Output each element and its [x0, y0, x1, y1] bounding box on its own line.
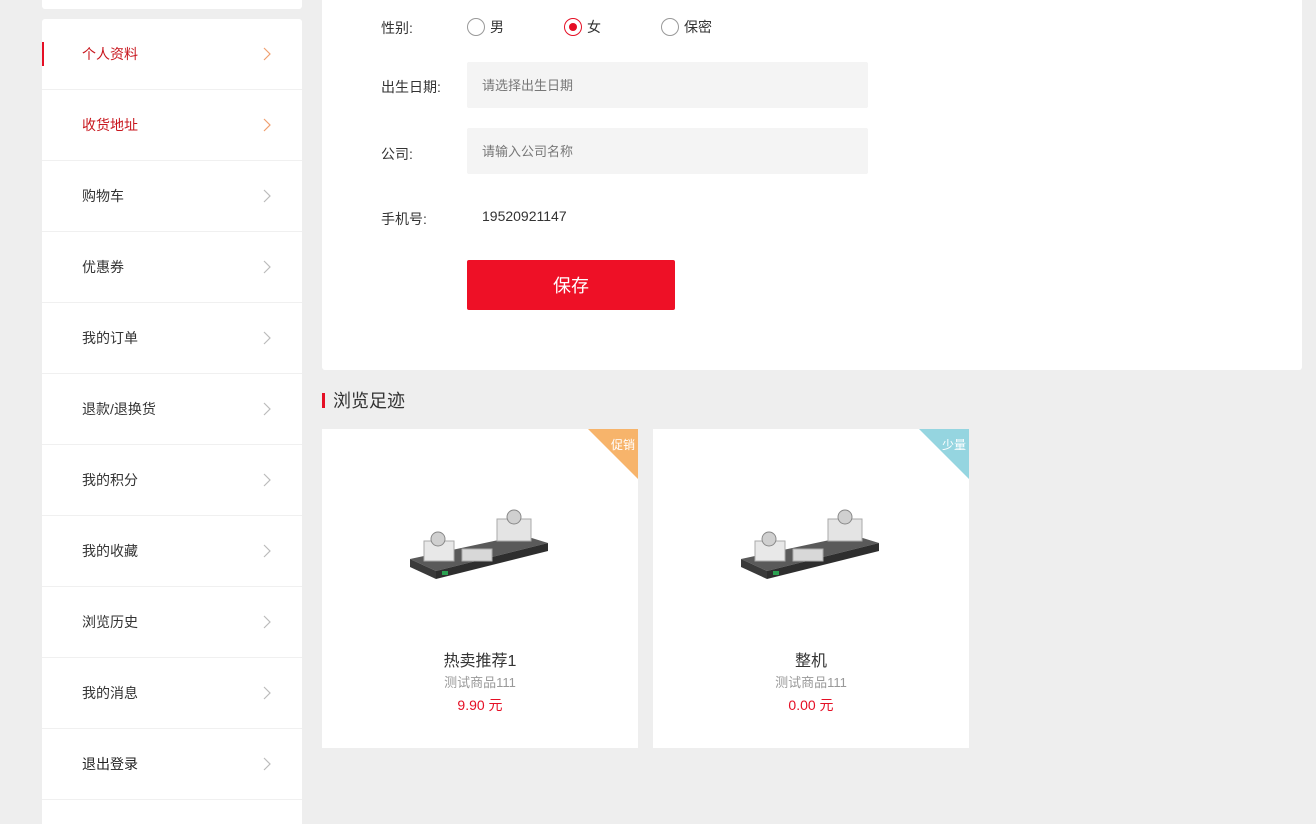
phone-label: 手机号: [381, 211, 427, 227]
sidebar-item-favorites[interactable]: 我的收藏 [42, 516, 302, 587]
sidebar-nav: 个人资料 收货地址 购物车 优惠券 我的订单 退款/退换货 我的积分 我的收藏 … [42, 19, 302, 824]
gender-option-male[interactable]: 男 [467, 17, 564, 37]
sidebar-item-profile[interactable]: 个人资料 [42, 19, 302, 90]
chevron-right-icon [263, 686, 271, 700]
chevron-right-icon [263, 260, 271, 274]
sidebar-item-label: 退款/退换货 [82, 401, 156, 417]
product-name: 整机 [794, 653, 827, 670]
sidebar-item-address[interactable]: 收货地址 [42, 90, 302, 161]
product-price: 9.90 元 [457, 697, 503, 713]
top-panel-edge [42, 0, 302, 9]
sidebar-item-points[interactable]: 我的积分 [42, 445, 302, 516]
sidebar-item-label: 我的收藏 [82, 543, 138, 559]
sidebar-item-label: 我的积分 [82, 472, 138, 488]
gender-option-female[interactable]: 女 [564, 17, 661, 37]
radio-unchecked-icon[interactable] [661, 18, 679, 36]
sidebar-item-refunds[interactable]: 退款/退换货 [42, 374, 302, 445]
sidebar-item-cart[interactable]: 购物车 [42, 161, 302, 232]
company-field[interactable] [467, 128, 868, 174]
chevron-right-icon [263, 757, 271, 771]
history-section-title: 浏览足迹 [322, 388, 405, 412]
sidebar-item-label: 我的订单 [82, 330, 138, 346]
history-title-text: 浏览足迹 [333, 391, 405, 411]
gender-label: 性别: [381, 20, 413, 36]
product-image [741, 509, 879, 579]
radio-label: 女 [587, 19, 601, 35]
sidebar-item-label: 收货地址 [82, 117, 138, 133]
product-card[interactable]: 促销 热卖推荐1 测试商品111 9.90 元 [322, 429, 638, 748]
birthday-label: 出生日期: [381, 79, 441, 95]
chevron-right-icon [263, 189, 271, 203]
chevron-right-icon [263, 615, 271, 629]
product-badge: 促销 [610, 438, 635, 452]
sidebar-item-messages[interactable]: 我的消息 [42, 658, 302, 729]
gender-radio-group: 男 女 保密 [467, 17, 712, 37]
title-accent-bar [322, 392, 325, 408]
sidebar-item-logout[interactable]: 退出登录 [42, 729, 302, 800]
sidebar-item-label: 退出登录 [82, 756, 138, 772]
phone-value: 19520921147 [482, 208, 567, 224]
sidebar-item-label: 浏览历史 [82, 614, 138, 630]
save-button[interactable]: 保存 [467, 260, 675, 310]
chevron-right-icon [263, 331, 271, 345]
product-badge: 少量 [941, 438, 966, 452]
radio-checked-icon[interactable] [564, 18, 582, 36]
radio-label: 保密 [684, 19, 712, 35]
chevron-right-icon [263, 118, 271, 132]
profile-form: 性别: 男 女 保密 出生日期: 公司: 手机号: 19520921147 保存 [322, 0, 1302, 370]
chevron-right-icon [263, 473, 271, 487]
chevron-right-icon [263, 544, 271, 558]
company-label: 公司: [381, 146, 413, 162]
product-card[interactable]: 少量 整机 测试商品111 0.00 元 [653, 429, 969, 748]
sidebar-item-coupons[interactable]: 优惠券 [42, 232, 302, 303]
radio-unchecked-icon[interactable] [467, 18, 485, 36]
birthday-field[interactable] [467, 62, 868, 108]
chevron-right-icon [263, 47, 271, 61]
product-name: 热卖推荐1 [443, 653, 517, 670]
radio-label: 男 [490, 19, 504, 35]
product-image [410, 509, 548, 579]
product-desc: 测试商品111 [444, 675, 516, 690]
sidebar-item-label: 我的消息 [82, 685, 138, 701]
sidebar-item-label: 优惠券 [82, 259, 124, 275]
product-price: 0.00 元 [788, 697, 834, 713]
sidebar-item-history[interactable]: 浏览历史 [42, 587, 302, 658]
gender-option-secret[interactable]: 保密 [661, 17, 712, 37]
sidebar-item-label: 购物车 [82, 188, 124, 204]
chevron-right-icon [263, 402, 271, 416]
product-desc: 测试商品111 [775, 675, 847, 690]
sidebar-item-label: 个人资料 [82, 46, 138, 62]
sidebar-item-orders[interactable]: 我的订单 [42, 303, 302, 374]
